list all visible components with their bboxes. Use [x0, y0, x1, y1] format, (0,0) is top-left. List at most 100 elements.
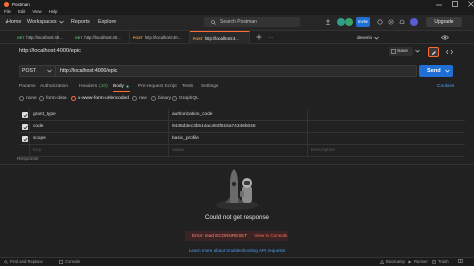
body-type-raw[interactable]: raw — [132, 96, 147, 101]
key-placeholder[interactable]: Key — [33, 145, 41, 157]
body-type-none[interactable]: none — [19, 96, 37, 101]
avatar[interactable] — [345, 18, 353, 26]
layout-icon[interactable] — [458, 259, 463, 263]
tab-label: http://localhost:40... — [84, 35, 121, 40]
maximize-icon[interactable] — [452, 1, 458, 7]
row-value[interactable]: authorization_code — [172, 109, 213, 121]
tab-settings[interactable]: Settings — [201, 84, 218, 89]
add-tab-icon[interactable] — [256, 34, 262, 40]
pencil-icon — [431, 50, 437, 56]
find-replace-label: Find and Replace — [10, 259, 43, 264]
table-row: scope basic_profile — [19, 133, 465, 145]
body-type-binary[interactable]: binary — [151, 96, 171, 101]
nav-workspaces[interactable]: Workspaces — [27, 19, 64, 25]
tab-method: POST — [193, 37, 203, 41]
bell-icon[interactable] — [399, 19, 405, 25]
find-replace-button[interactable]: Find and Replace — [4, 259, 43, 264]
runner-icon — [408, 260, 412, 264]
body-type-graphql[interactable]: GraphQL — [172, 96, 199, 101]
method-label: POST — [22, 68, 37, 74]
chevron-down-icon[interactable] — [415, 49, 420, 53]
minimize-icon[interactable] — [436, 1, 442, 7]
tab-authorization[interactable]: Authorization — [40, 84, 68, 89]
tab-tests[interactable]: Tests — [182, 84, 193, 89]
row-checkbox[interactable] — [22, 124, 28, 130]
search-input[interactable]: Search Postman — [204, 17, 300, 27]
cookies-link[interactable]: Cookies — [437, 84, 454, 89]
request-tab[interactable]: GET http://localhost:40... — [14, 31, 63, 44]
tab-headers[interactable]: Headers (10) — [79, 84, 108, 89]
row-key[interactable]: scope — [33, 133, 46, 145]
learn-more-link[interactable]: Learn more about troubleshooting API req… — [0, 248, 474, 253]
divider — [55, 66, 56, 76]
console-icon — [59, 259, 63, 264]
tab-body[interactable]: Body — [113, 84, 129, 89]
row-value[interactable]: basic_profile — [172, 133, 199, 145]
runner-button[interactable]: Runner — [408, 259, 428, 264]
search-icon — [211, 19, 216, 25]
environment-label: deverio — [357, 35, 373, 40]
row-checkbox[interactable] — [22, 136, 28, 142]
close-icon[interactable] — [468, 1, 474, 7]
row-key[interactable]: grant_type — [33, 109, 56, 121]
trash-label: Trash — [438, 259, 449, 264]
bootcamp-button[interactable]: Bootcamp — [380, 259, 405, 264]
console-label: Console — [65, 259, 81, 264]
tab-body-label: Body — [113, 84, 124, 89]
radio-label: x-www-form-urlencoded — [78, 96, 129, 101]
view-console-link[interactable]: View in Console — [254, 233, 287, 238]
menu-edit[interactable]: Edit — [18, 9, 25, 14]
invite-label: Invite — [357, 19, 368, 24]
nav-reports[interactable]: Reports — [71, 19, 90, 25]
tab-label: http://localhost:40... — [144, 35, 182, 40]
nav-explore[interactable]: Explore — [98, 19, 116, 25]
row-value[interactable]: 9436d3ec3b514ac483f616a74346b046 — [172, 121, 256, 133]
table-row: grant_type authorization_code — [19, 109, 465, 121]
more-tabs-icon[interactable]: ··· — [268, 35, 273, 41]
row-key[interactable]: code — [33, 121, 43, 133]
menu-bar: File Edit View Help — [0, 8, 474, 15]
tab-method: GET — [17, 36, 25, 40]
window-controls — [436, 0, 474, 8]
add-team-icon[interactable] — [325, 19, 332, 25]
menu-view[interactable]: View — [32, 9, 41, 14]
value-placeholder[interactable]: Value — [172, 145, 184, 157]
environment-select[interactable]: deverio — [357, 35, 379, 40]
description-placeholder[interactable]: Description — [311, 145, 335, 157]
menu-file[interactable]: File — [4, 9, 11, 14]
save-button[interactable]: Save — [389, 47, 413, 56]
window-title: Postman — [12, 1, 30, 7]
status-dot-icon — [126, 85, 129, 88]
console-button[interactable]: Console — [59, 259, 80, 264]
tab-method: POST — [133, 36, 143, 40]
avatar[interactable] — [337, 18, 345, 26]
satellite-icon[interactable] — [377, 19, 383, 25]
upgrade-button[interactable]: Upgrade — [426, 17, 462, 27]
error-message: Could not get response — [205, 214, 269, 221]
nav-home[interactable]: Home — [7, 19, 24, 25]
request-tab[interactable]: GET http://localhost:40... — [72, 31, 130, 44]
trash-button[interactable]: Trash — [432, 259, 449, 264]
tab-prerequest-script[interactable]: Pre-request Script — [138, 84, 177, 89]
row-checkbox[interactable] — [22, 112, 28, 118]
edit-button[interactable] — [428, 47, 439, 57]
code-icon[interactable] — [446, 49, 453, 55]
request-tab[interactable]: POST http://localhost:40... — [130, 31, 190, 44]
menu-help[interactable]: Help — [49, 9, 58, 14]
chevron-down-icon — [47, 69, 52, 73]
title-bar: Postman — [0, 0, 474, 8]
request-tab-active[interactable]: POST http://localhost:4... — [190, 31, 250, 44]
request-title[interactable]: http://localhost:4000/epic — [19, 48, 81, 54]
body-type-form-data[interactable]: form-data — [39, 96, 67, 101]
send-button[interactable]: Send — [419, 65, 453, 77]
trash-icon — [432, 259, 436, 264]
url-input[interactable]: http://localhost:4000/epic — [60, 65, 117, 77]
avatar[interactable] — [410, 18, 418, 26]
eye-icon[interactable] — [441, 35, 449, 40]
response-header[interactable]: Response — [17, 157, 39, 162]
tab-params[interactable]: Params — [19, 84, 36, 89]
body-type-urlencoded[interactable]: x-www-form-urlencoded — [71, 96, 129, 101]
gear-icon[interactable] — [388, 19, 394, 25]
rocket-astronaut-illustration — [212, 167, 262, 211]
invite-button[interactable]: Invite — [356, 17, 370, 27]
